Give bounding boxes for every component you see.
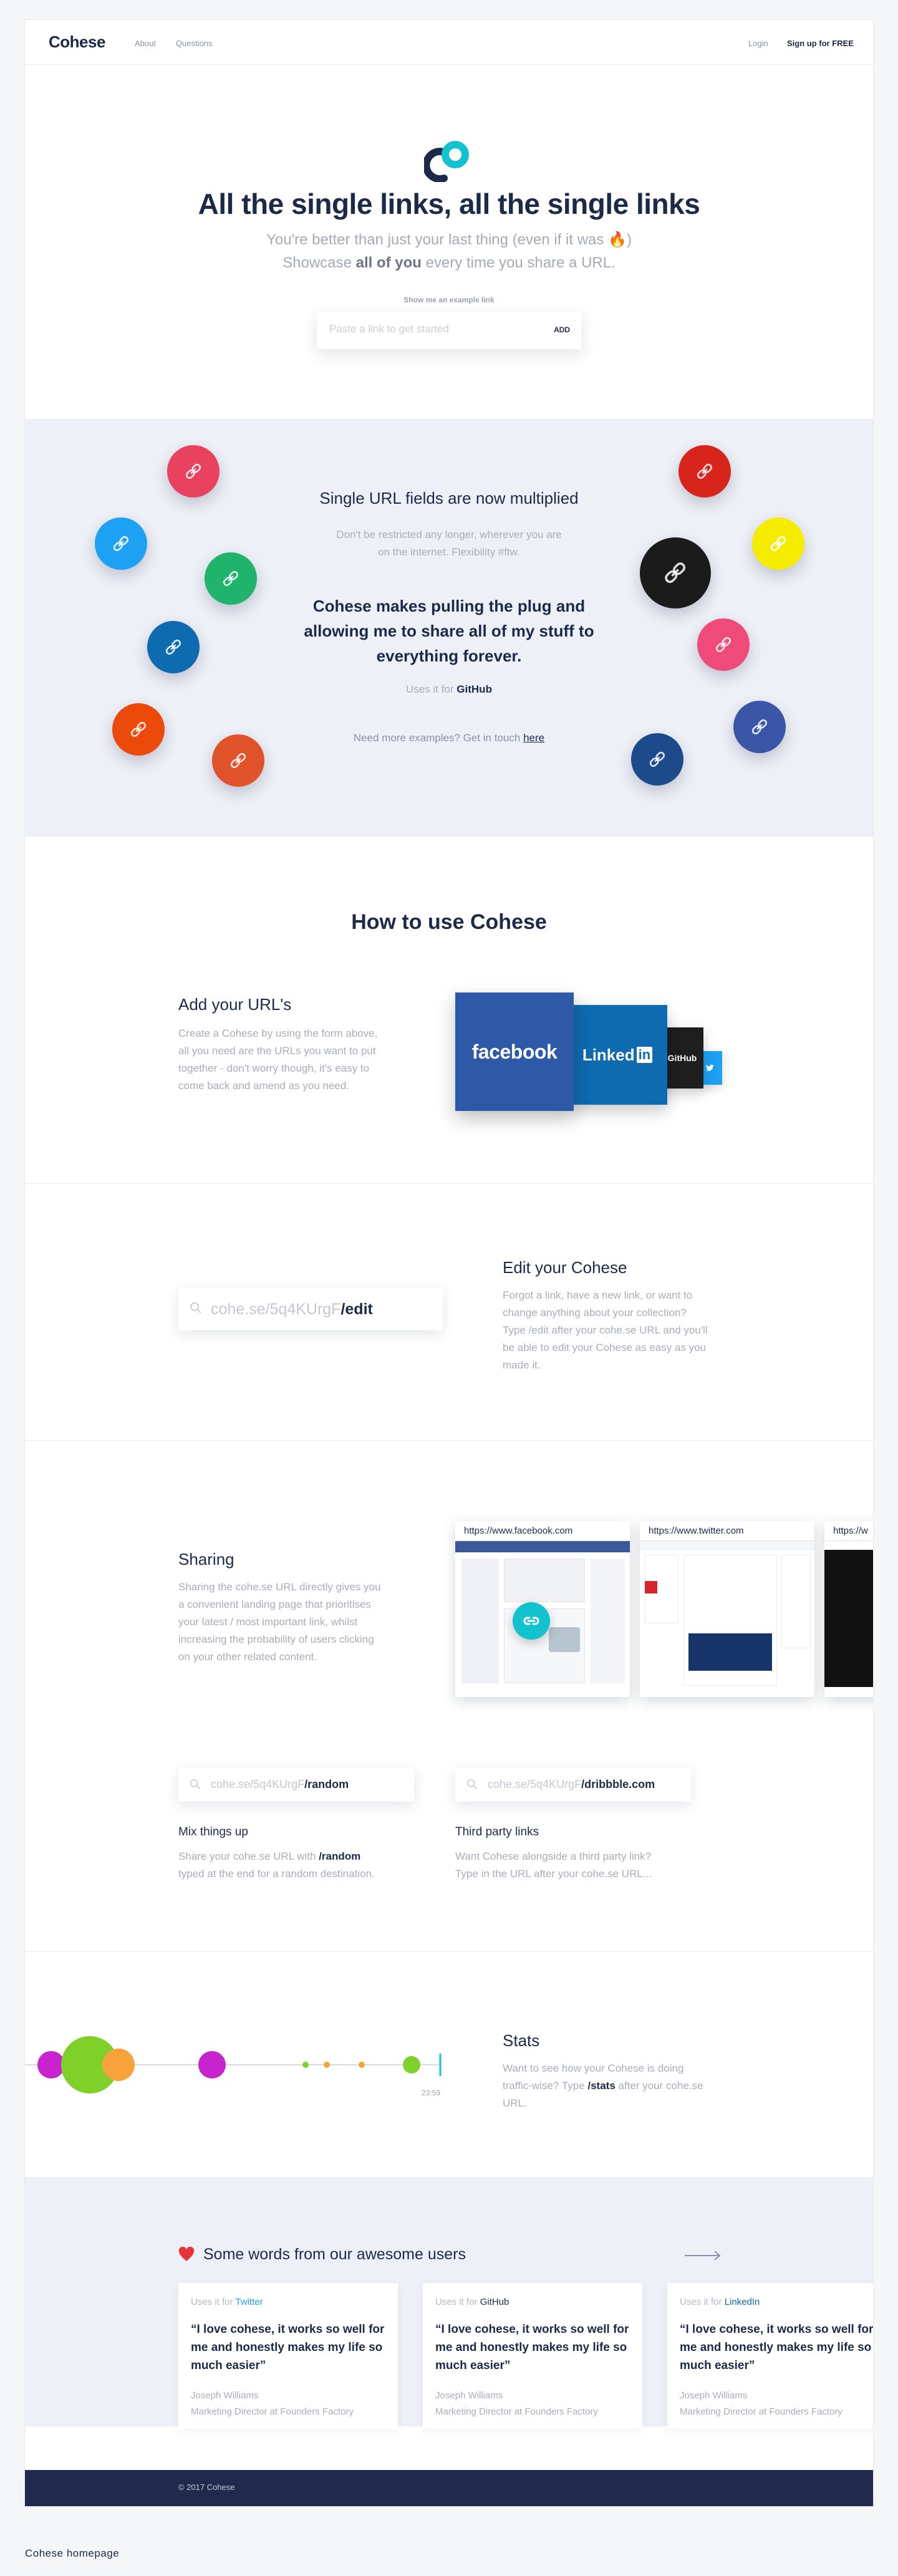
screenshot-caption: Cohese homepage [25,2547,120,2559]
features-uses: Uses it for GitHub [406,683,492,695]
link-icon [649,751,665,767]
add-urls-title: Add your URL's [178,995,292,1014]
link-circle-red [678,445,731,497]
link-icon [223,570,239,587]
divider [25,1183,873,1184]
twitter-bird-icon [705,1064,714,1071]
random-url-field[interactable]: cohe.se/5q4KUrgF/random [178,1768,414,1802]
link-icon [770,536,786,552]
features-more: Need more examples? Get in touch here [353,732,545,744]
testimonial-author: Joseph Williams Marketing Director at Fou… [435,2390,598,2417]
testimonial-uses: Uses it for LinkedIn [680,2297,760,2307]
add-link-form: ADD [317,312,581,349]
testimonial-uses: Uses it for GitHub [435,2297,509,2307]
testimonial-card: Uses it for GitHub “I love cohese, it wor… [423,2283,642,2429]
edit-title: Edit your Cohese [503,1258,627,1277]
link-icon [165,639,181,655]
site-footer: © 2017 Cohese [25,2470,873,2506]
testimonial-quote: “I love cohese, it works so well for me … [191,2323,385,2372]
random-text: Share your cohe.se URL with /random type… [178,1850,375,1880]
features-quote: Cohese makes pulling the plug and allowi… [304,597,594,665]
third-party-url-field[interactable]: cohe.se/5q4KUrgF/dribbble.com [455,1768,691,1802]
site-header: Cohese About Questions Login Sign up for… [25,20,873,65]
testimonial-quote: “I love cohese, it works so well for me … [680,2323,873,2372]
features-text-2: on the internet. Flexibility #ftw. [378,546,520,558]
arrow-right-icon[interactable] [685,2249,722,2262]
sharing-title: Sharing [178,1550,234,1569]
features-text-1: Don't be restricted any longer, wherever… [336,529,562,541]
facebook-browser-mockup: https://www.facebook.com [455,1521,630,1697]
page: Cohese About Questions Login Sign up for… [25,20,873,2506]
random-title: Mix things up [178,1825,248,1838]
stats-title: Stats [503,2031,540,2050]
search-icon [190,1779,200,1789]
linkedin-card: Linked in [567,1005,667,1105]
copyright: © 2017 Cohese [178,2482,235,2492]
third-party-text: Want Cohese alongside a third party link… [455,1850,652,1880]
testimonial-quote: “I love cohese, it works so well for me … [435,2323,629,2372]
link-circle-green [205,552,257,605]
testimonial-author: Joseph Williams Marketing Director at Fou… [680,2390,842,2417]
testimonial-author: Joseph Williams Marketing Director at Fou… [191,2390,354,2417]
edit-url-field[interactable]: cohe.se/5q4KUrgF/edit [178,1288,443,1330]
third-browser-mockup: https://w [824,1521,873,1697]
add-button[interactable]: ADD [554,325,570,334]
cohese-logo-icon [424,141,469,182]
testimonial-card: Uses it for LinkedIn “I love cohese, it w… [667,2283,873,2429]
link-circle-yellow [752,517,804,570]
link-circle-black [640,537,711,608]
signup-link[interactable]: Sign up for FREE [787,39,854,48]
hero-subtitle-1: You're better than just your last thing … [266,231,632,248]
contact-here-link[interactable]: here [523,732,544,744]
link-circle-blue [95,517,147,570]
link-input[interactable] [329,323,529,335]
link-icon [697,463,713,479]
testimonial-uses: Uses it for Twitter [191,2297,263,2307]
link-circle-orange [112,703,165,756]
link-circle-navy [147,621,200,673]
link-circle-rose [697,618,750,671]
testimonials-title: Some words from our awesome users [203,2246,466,2263]
edit-text: Forgot a link, have a new link, or want … [503,1289,708,1371]
link-circle-indigo [733,701,786,753]
nav-questions[interactable]: Questions [176,39,213,48]
nav-about[interactable]: About [135,39,156,48]
third-party-title: Third party links [455,1825,539,1838]
search-icon [466,1779,477,1789]
login-link[interactable]: Login [748,39,768,48]
stats-text: Want to see how your Cohese is doing tra… [503,2062,703,2109]
hero-title: All the single links, all the single lin… [198,188,700,220]
sharing-text: Sharing the cohe.se URL directly gives y… [178,1581,381,1663]
example-link-label[interactable]: Show me an example link [25,296,873,304]
link-icon [230,752,246,769]
hero-subtitle-2: Showcase all of you every time you share… [282,254,616,271]
link-icon [715,637,731,653]
testimonial-card: Uses it for Twitter “I love cohese, it wo… [178,2283,398,2429]
link-circle-pink [167,445,220,497]
facebook-card: facebook [455,992,574,1111]
divider [25,1951,873,1952]
link-icon [523,1617,539,1625]
stats-timeline-graphic [25,2036,442,2093]
link-icon [665,562,686,584]
link-icon [113,536,129,552]
search-icon [190,1302,201,1314]
stats-time-label: 23:59 [422,2088,441,2097]
logo[interactable]: Cohese [49,32,105,52]
link-icon [185,463,201,479]
how-title: How to use Cohese [351,910,547,934]
twitter-browser-mockup: https://www.twitter.com [640,1521,814,1697]
divider [25,1440,873,1441]
heart-icon [178,2247,195,2261]
add-urls-text: Create a Cohese by using the form above,… [178,1027,378,1092]
features-title: Single URL fields are now multiplied [319,489,579,507]
